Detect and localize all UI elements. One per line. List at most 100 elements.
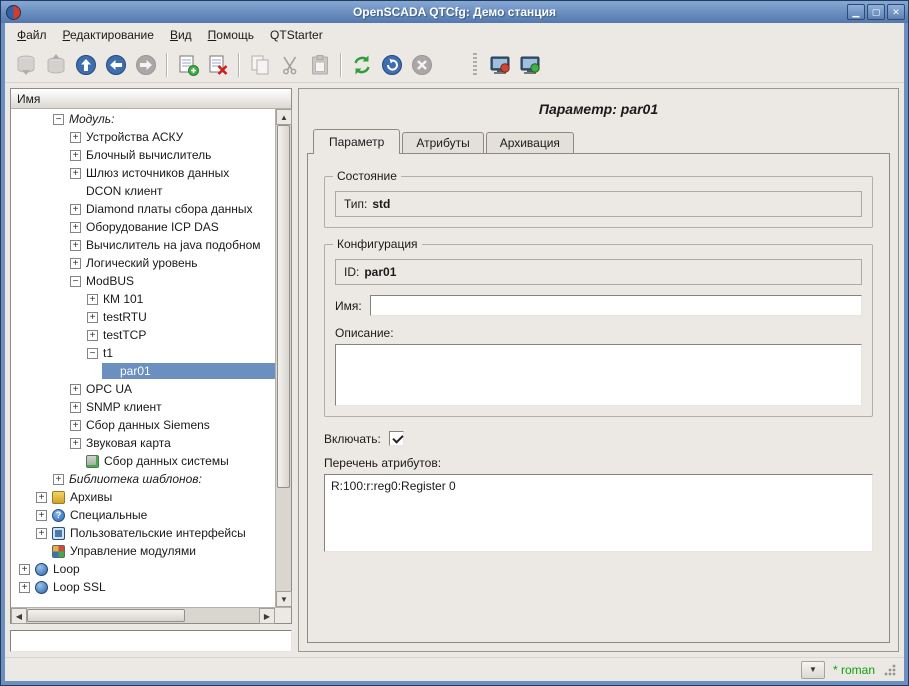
refresh-icon[interactable] [347, 50, 377, 80]
tree-item[interactable]: +OPC UA [11, 380, 275, 398]
tree-item[interactable]: −t1 [11, 344, 275, 362]
expand-icon[interactable]: + [70, 384, 81, 395]
menu-qtstarter[interactable]: QTStarter [262, 25, 331, 45]
tree-item[interactable]: +Оборудование ICP DAS [11, 218, 275, 236]
expand-icon[interactable]: + [19, 582, 30, 593]
expand-icon[interactable]: + [70, 258, 81, 269]
expand-icon[interactable]: + [36, 492, 47, 503]
tree-item[interactable]: Управление модулями [11, 542, 275, 560]
collapse-icon[interactable]: − [87, 348, 98, 359]
tree-item[interactable]: +Шлюз источников данных [11, 164, 275, 182]
scroll-thumb[interactable] [27, 609, 185, 622]
menu-file[interactable]: Файл [9, 25, 55, 45]
name-input[interactable] [370, 295, 862, 316]
tab-attributes[interactable]: Атрибуты [402, 132, 483, 153]
tree-item-label: Сбор данных Siemens [86, 418, 210, 432]
tree-vertical-scrollbar[interactable]: ▲ ▼ [275, 109, 291, 607]
description-textarea[interactable] [335, 344, 862, 406]
enable-checkbox[interactable] [389, 431, 404, 446]
paste-item-icon[interactable] [305, 50, 335, 80]
tree-item[interactable]: +testTCP [11, 326, 275, 344]
tab-archiving[interactable]: Архивация [486, 132, 574, 153]
tree-item[interactable]: +Diamond платы сбора данных [11, 200, 275, 218]
toolbar-handle[interactable] [473, 53, 477, 77]
tree-item[interactable]: +КМ 101 [11, 290, 275, 308]
save-to-db-icon[interactable] [41, 50, 71, 80]
scroll-left-icon[interactable]: ◀ [11, 608, 27, 624]
attributes-list[interactable]: R:100:r:reg0:Register 0 [324, 474, 873, 552]
tree-horizontal-scrollbar[interactable]: ◀ ▶ [11, 607, 291, 623]
close-icon[interactable]: ✕ [887, 4, 905, 20]
expand-icon[interactable]: + [87, 330, 98, 341]
resize-grip[interactable] [883, 663, 896, 676]
tree-item[interactable]: +testRTU [11, 308, 275, 326]
expand-icon[interactable]: + [87, 294, 98, 305]
expand-icon[interactable]: + [70, 204, 81, 215]
scroll-track[interactable] [276, 125, 291, 591]
maximize-icon[interactable]: ▢ [867, 4, 885, 20]
tab-content: Состояние Тип: std Конфигурация ID: par0… [307, 153, 890, 643]
menu-help[interactable]: Помощь [200, 25, 262, 45]
qtstarter-launch-icon[interactable] [515, 50, 545, 80]
expand-icon[interactable]: + [70, 132, 81, 143]
expand-icon[interactable]: + [70, 150, 81, 161]
expand-icon[interactable]: + [70, 402, 81, 413]
tree-item[interactable]: +Библиотека шаблонов: [11, 470, 275, 488]
scroll-down-icon[interactable]: ▼ [276, 591, 292, 607]
tree-item[interactable]: +Звуковая карта [11, 434, 275, 452]
expand-icon[interactable]: + [70, 240, 81, 251]
tree-item[interactable]: +Специальные [11, 506, 275, 524]
expand-icon[interactable]: + [19, 564, 30, 575]
go-up-icon[interactable] [71, 50, 101, 80]
cut-item-icon[interactable] [275, 50, 305, 80]
tree-item[interactable]: DCON клиент [11, 182, 275, 200]
menu-view[interactable]: Вид [162, 25, 200, 45]
add-item-icon[interactable] [173, 50, 203, 80]
scroll-track[interactable] [27, 608, 259, 623]
tab-parameter[interactable]: Параметр [313, 129, 400, 154]
tree-item[interactable]: +SNMP клиент [11, 398, 275, 416]
scroll-thumb[interactable] [277, 125, 290, 488]
tree-item[interactable]: +Архивы [11, 488, 275, 506]
expand-icon[interactable]: + [36, 510, 47, 521]
tree-item[interactable]: par01 [11, 362, 275, 380]
minimize-icon[interactable]: ▁ [847, 4, 865, 20]
tree-item[interactable]: +Loop SSL [11, 578, 275, 596]
delete-item-icon[interactable] [203, 50, 233, 80]
expand-icon[interactable]: + [36, 528, 47, 539]
attributes-list-item[interactable]: R:100:r:reg0:Register 0 [331, 479, 456, 493]
scroll-right-icon[interactable]: ▶ [259, 608, 275, 624]
scroll-up-icon[interactable]: ▲ [276, 109, 292, 125]
tree-item[interactable]: −Модуль: [11, 110, 275, 128]
tree-item[interactable]: +Loop [11, 560, 275, 578]
qtstarter-config-icon[interactable] [485, 50, 515, 80]
tree-column-header[interactable]: Имя [11, 89, 291, 109]
tree-item[interactable]: +Устройства АСКУ [11, 128, 275, 146]
stop-update-icon[interactable] [407, 50, 437, 80]
expand-icon[interactable]: + [70, 222, 81, 233]
expand-icon[interactable]: + [70, 438, 81, 449]
go-next-icon[interactable] [131, 50, 161, 80]
tree-item[interactable]: + Сбор данных Siemens [11, 416, 275, 434]
tree-item[interactable]: +Логический уровень [11, 254, 275, 272]
tree-filter-input[interactable] [10, 630, 292, 652]
copy-item-icon[interactable] [245, 50, 275, 80]
tree-item[interactable]: Сбор данных системы [11, 452, 275, 470]
toolbar-separator [340, 53, 342, 77]
collapse-icon[interactable]: − [53, 114, 64, 125]
load-from-db-icon[interactable] [11, 50, 41, 80]
titlebar[interactable]: OpenSCADA QTCfg: Демо станция ▁ ▢ ✕ [1, 1, 908, 23]
expand-icon[interactable]: + [53, 474, 64, 485]
collapse-icon[interactable]: − [70, 276, 81, 287]
status-combo-button[interactable]: ▼ [801, 661, 825, 679]
expand-icon[interactable]: + [70, 168, 81, 179]
expand-icon[interactable]: + [87, 312, 98, 323]
tree-item[interactable]: −ModBUS [11, 272, 275, 290]
expand-icon[interactable]: + [70, 420, 81, 431]
go-previous-icon[interactable] [101, 50, 131, 80]
menu-edit[interactable]: Редактирование [55, 25, 162, 45]
start-periodic-update-icon[interactable] [377, 50, 407, 80]
tree-item[interactable]: +Пользовательские интерфейсы [11, 524, 275, 542]
tree-item[interactable]: +Вычислитель на java подобном [11, 236, 275, 254]
tree-item[interactable]: +Блочный вычислитель [11, 146, 275, 164]
